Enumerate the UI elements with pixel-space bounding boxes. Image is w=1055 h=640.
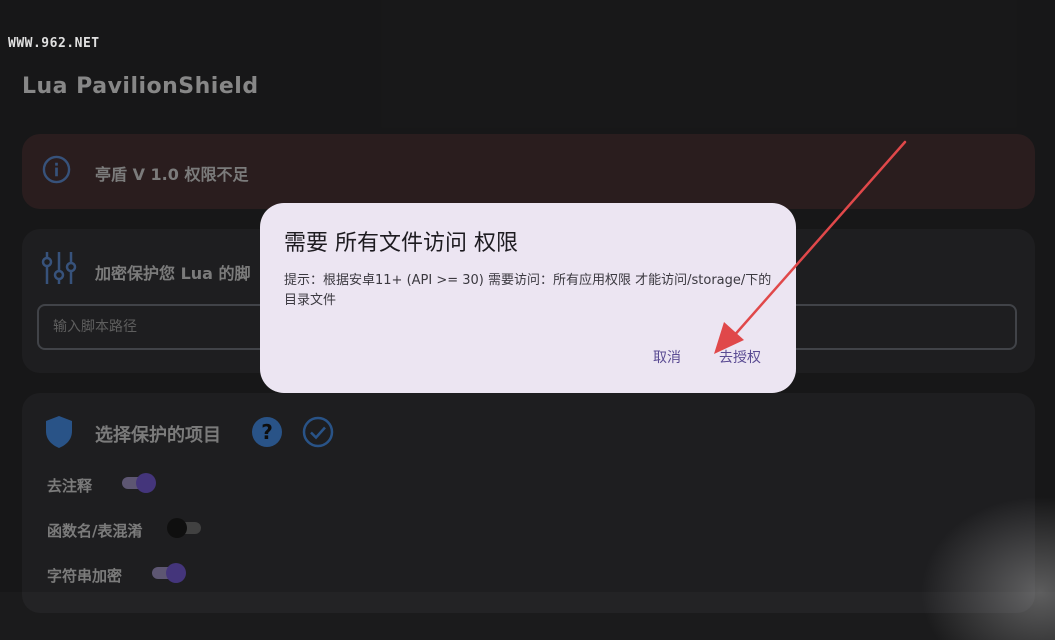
dialog-message: 提示：根据安卓11+ (API >= 30) 需要访问：所有应用权限 才能访问/… bbox=[284, 273, 772, 308]
permission-dialog: 需要 所有文件访问 权限 提示：根据安卓11+ (API >= 30) 需要访问… bbox=[260, 203, 796, 393]
grant-permission-button[interactable]: 去授权 bbox=[719, 347, 761, 367]
cancel-button[interactable]: 取消 bbox=[653, 347, 681, 367]
dialog-title: 需要 所有文件访问 权限 bbox=[284, 231, 518, 256]
light-glare bbox=[900, 480, 1055, 640]
